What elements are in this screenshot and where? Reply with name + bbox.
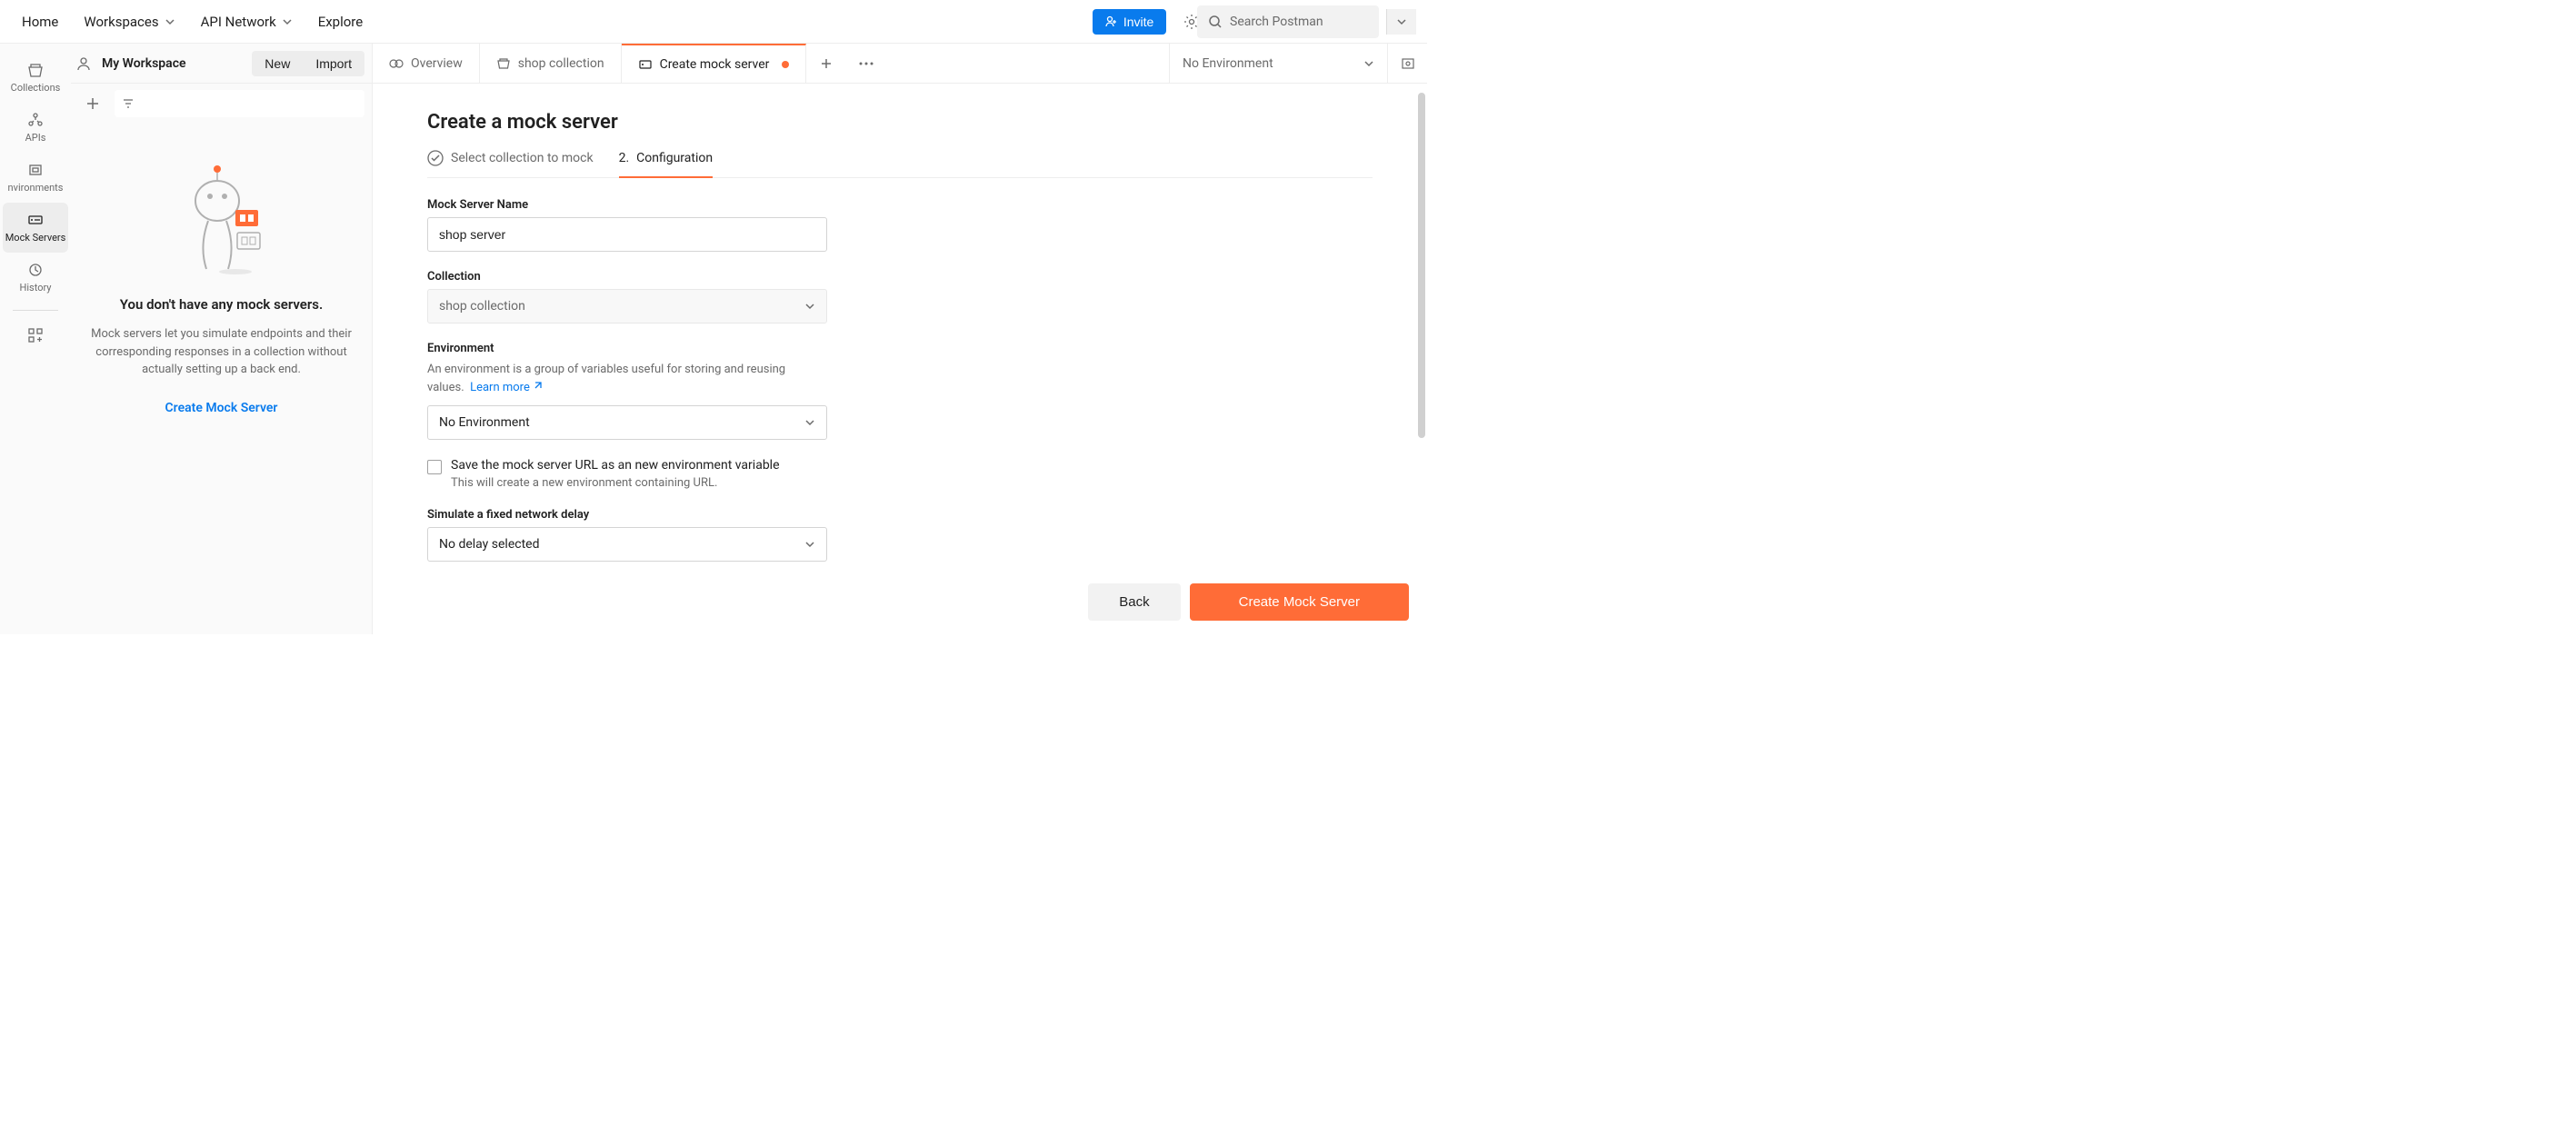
sidebar-filter[interactable]	[115, 90, 364, 117]
search-icon	[1208, 15, 1223, 29]
tab-create-mock-label: Create mock server	[660, 57, 770, 72]
tab-create-mock-server[interactable]: Create mock server	[622, 44, 807, 83]
step-select-collection[interactable]: Select collection to mock	[427, 150, 594, 177]
invite-icon	[1105, 15, 1118, 28]
collection-icon	[496, 56, 511, 71]
nav-explore[interactable]: Explore	[307, 6, 374, 37]
collection-select[interactable]: shop collection	[427, 289, 827, 324]
nav-api-network-label: API Network	[201, 14, 276, 30]
environment-selector-label: No Environment	[1183, 56, 1273, 71]
nav-workspaces-label: Workspaces	[84, 14, 158, 30]
rail-environments[interactable]: nvironments	[3, 153, 68, 203]
nav-api-network[interactable]: API Network	[190, 6, 304, 37]
invite-button[interactable]: Invite	[1093, 9, 1166, 35]
environment-selector[interactable]: No Environment	[1169, 44, 1387, 83]
rail-apis[interactable]: APIs	[3, 103, 68, 153]
more-icon	[859, 62, 874, 65]
chevron-down-icon	[282, 16, 293, 27]
tab-shop-collection[interactable]: shop collection	[480, 44, 622, 83]
empty-title: You don't have any mock servers.	[89, 296, 354, 313]
overview-icon	[389, 56, 404, 71]
mock-server-name-input[interactable]	[427, 217, 827, 252]
mock-server-name-label: Mock Server Name	[427, 198, 827, 212]
step-configuration[interactable]: 2. Configuration	[619, 150, 714, 178]
check-circle-icon	[427, 150, 444, 166]
save-url-label: Save the mock server URL as an new envir…	[451, 458, 780, 473]
environment-quicklook[interactable]	[1387, 44, 1427, 83]
collections-icon	[26, 62, 45, 78]
sidebar-add-button[interactable]	[78, 89, 107, 118]
apis-icon	[26, 112, 45, 128]
rail-mock-servers[interactable]: Mock Servers	[3, 203, 68, 253]
rail-more[interactable]	[3, 318, 68, 353]
mock-server-icon	[638, 57, 653, 72]
rail-history-label: History	[20, 282, 52, 294]
unsaved-dot-icon	[782, 61, 789, 68]
page-title: Create a mock server	[427, 111, 1373, 134]
scrollbar-thumb[interactable]	[1418, 93, 1425, 438]
import-button[interactable]: Import	[303, 51, 364, 76]
eye-icon	[1400, 55, 1416, 72]
empty-description: Mock servers let you simulate endpoints …	[89, 325, 354, 379]
rail-collections[interactable]: Collections	[3, 53, 68, 103]
history-icon	[26, 262, 45, 278]
environment-label: Environment	[427, 342, 827, 355]
new-button[interactable]: New	[252, 51, 303, 76]
step2-num: 2.	[619, 151, 630, 165]
environment-value: No Environment	[439, 415, 530, 430]
tab-overview[interactable]: Overview	[373, 44, 480, 83]
rail-history[interactable]: History	[3, 253, 68, 303]
create-mock-server-button[interactable]: Create Mock Server	[1190, 583, 1409, 621]
workspace-title[interactable]: My Workspace	[102, 56, 186, 71]
global-search[interactable]: Search Postman	[1197, 5, 1379, 38]
chevron-down-icon	[804, 301, 815, 312]
empty-illustration	[172, 160, 272, 278]
rail-divider	[13, 310, 58, 311]
chevron-down-icon	[804, 417, 815, 428]
chevron-down-icon	[165, 16, 175, 27]
environments-icon	[26, 162, 45, 178]
plus-icon	[820, 57, 833, 70]
external-link-icon	[533, 382, 542, 391]
grid-plus-icon	[27, 327, 44, 344]
chevron-down-icon	[1396, 16, 1407, 27]
collection-label: Collection	[427, 270, 827, 284]
invite-label: Invite	[1123, 15, 1153, 29]
learn-more-link[interactable]: Learn more	[470, 381, 542, 394]
filter-icon	[122, 97, 135, 110]
tab-add-button[interactable]	[806, 44, 846, 83]
rail-collections-label: Collections	[11, 82, 61, 94]
rail-environments-label: nvironments	[8, 182, 64, 194]
delay-label: Simulate a fixed network delay	[427, 508, 827, 522]
tab-overview-label: Overview	[411, 56, 463, 71]
chevron-down-icon	[804, 539, 815, 550]
tab-shop-label: shop collection	[518, 56, 604, 71]
nav-home[interactable]: Home	[11, 6, 69, 37]
delay-value: No delay selected	[439, 537, 539, 552]
step1-label: Select collection to mock	[451, 151, 594, 165]
delay-select[interactable]: No delay selected	[427, 527, 827, 562]
environment-select[interactable]: No Environment	[427, 405, 827, 440]
mock-server-icon	[26, 212, 45, 228]
rail-mock-servers-label: Mock Servers	[5, 232, 66, 244]
environment-hint: An environment is a group of variables u…	[427, 361, 827, 396]
upgrade-menu[interactable]	[1386, 9, 1416, 35]
chevron-down-icon	[1363, 58, 1374, 69]
plus-icon	[85, 96, 100, 111]
rail-apis-label: APIs	[25, 132, 46, 144]
nav-workspaces[interactable]: Workspaces	[73, 6, 185, 37]
tab-more-button[interactable]	[846, 44, 886, 83]
save-url-checkbox[interactable]	[427, 460, 442, 474]
collection-value: shop collection	[439, 299, 525, 314]
step2-label: Configuration	[636, 151, 713, 165]
search-placeholder: Search Postman	[1230, 15, 1323, 29]
create-mock-server-link[interactable]: Create Mock Server	[89, 401, 354, 415]
back-button[interactable]: Back	[1088, 583, 1180, 621]
save-url-hint: This will create a new environment conta…	[451, 476, 780, 490]
person-icon	[76, 56, 91, 71]
